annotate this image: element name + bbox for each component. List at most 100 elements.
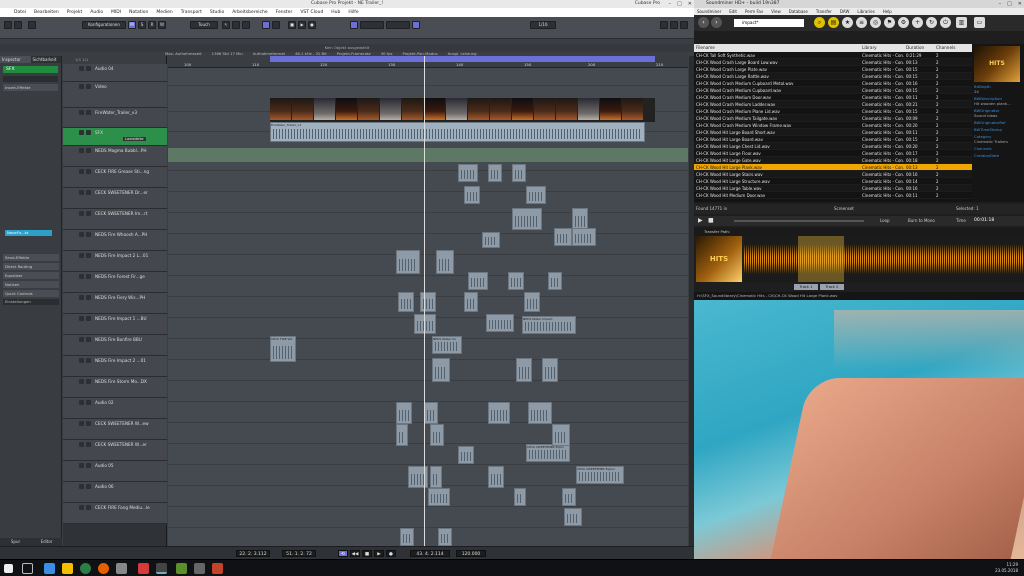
refresh-icon[interactable]: ↻ bbox=[926, 17, 937, 28]
audio-clip[interactable] bbox=[564, 508, 582, 526]
table-row[interactable]: CH-CK Wood Crash Medium Ladder.wav Cinema… bbox=[694, 101, 972, 108]
menu-item[interactable]: Datei bbox=[14, 8, 26, 17]
tab-editor[interactable]: Editor bbox=[31, 538, 62, 546]
audio-clip[interactable]: CECK FIRE WA bbox=[270, 336, 296, 362]
track-2-button[interactable]: Track 2 bbox=[820, 284, 844, 290]
quantize-value-dropdown[interactable]: 1/16 bbox=[530, 21, 556, 29]
mute-icon[interactable] bbox=[79, 421, 84, 426]
solo-icon[interactable] bbox=[86, 505, 91, 510]
solo-icon[interactable] bbox=[86, 211, 91, 216]
project-cursor[interactable] bbox=[424, 56, 425, 546]
mute-icon[interactable] bbox=[79, 484, 84, 489]
app-icon[interactable] bbox=[80, 563, 91, 574]
forward-icon[interactable]: › bbox=[711, 17, 722, 28]
search-input[interactable]: impact* bbox=[734, 19, 804, 27]
mute-icon[interactable] bbox=[79, 505, 84, 510]
folder-icon[interactable]: ▤ bbox=[828, 17, 839, 28]
close-icon[interactable]: ✕ bbox=[1018, 0, 1022, 8]
solo-icon[interactable] bbox=[86, 84, 91, 89]
mute-icon[interactable] bbox=[79, 211, 84, 216]
mute-icon[interactable] bbox=[79, 379, 84, 384]
track-buttons[interactable] bbox=[79, 316, 91, 321]
track-buttons[interactable] bbox=[79, 232, 91, 237]
write-button[interactable]: W bbox=[158, 21, 166, 29]
audio-clip[interactable]: NEDS Water Impact bbox=[522, 316, 576, 334]
menu-item[interactable]: View bbox=[771, 8, 781, 15]
menu-item[interactable]: Arbeitsbereiche bbox=[232, 8, 267, 17]
track-row[interactable]: SFX Lautstärke bbox=[63, 128, 167, 146]
mute-icon[interactable] bbox=[79, 295, 84, 300]
track-row[interactable]: Audio 05 bbox=[63, 461, 167, 482]
audio-clip[interactable] bbox=[420, 292, 436, 312]
audio-clip[interactable] bbox=[396, 250, 420, 274]
audio-clip[interactable]: CECK SWEETENER Explo bbox=[526, 444, 570, 462]
audio-clip[interactable] bbox=[396, 402, 412, 424]
mute-icon[interactable] bbox=[79, 316, 84, 321]
track-buttons[interactable] bbox=[79, 190, 91, 195]
audio-clip[interactable] bbox=[464, 292, 478, 312]
maximize-icon[interactable]: □ bbox=[677, 0, 682, 8]
audio-clip[interactable] bbox=[464, 186, 480, 204]
menu-item[interactable]: VST Cloud bbox=[300, 8, 323, 17]
menu-item[interactable]: Fenster bbox=[276, 8, 293, 17]
menu-item[interactable]: Hilfe bbox=[348, 8, 358, 17]
stop-icon[interactable]: ■ bbox=[708, 217, 714, 224]
menu-item[interactable]: DAW bbox=[840, 8, 849, 15]
video-clip[interactable] bbox=[270, 98, 655, 122]
table-row[interactable]: CH-CK Wood Crash Medium Window Frame.wav… bbox=[694, 122, 972, 129]
menu-item[interactable]: Libraries bbox=[857, 8, 874, 15]
menu-item[interactable]: Medien bbox=[156, 8, 172, 17]
track-buttons[interactable] bbox=[79, 337, 91, 342]
color-button[interactable] bbox=[412, 21, 420, 29]
track-1-button[interactable]: Track 1 bbox=[794, 284, 818, 290]
audio-clip[interactable] bbox=[514, 488, 526, 506]
snap-button[interactable] bbox=[350, 21, 358, 29]
automation-button[interactable]: Lautstärke bbox=[123, 137, 146, 141]
track-buttons[interactable] bbox=[79, 110, 91, 115]
stop-button[interactable]: ■ bbox=[362, 550, 372, 557]
track-row[interactable]: NEDS Fire Whoosh A...PH bbox=[63, 230, 167, 251]
record-button-small[interactable]: ● bbox=[308, 21, 316, 29]
track-buttons[interactable] bbox=[79, 66, 91, 71]
system-tray-clock[interactable]: 11:29 23.05.2018 bbox=[995, 562, 1018, 574]
quick-controls-section[interactable]: Quick Controls bbox=[3, 290, 59, 297]
track-buttons[interactable] bbox=[79, 130, 91, 135]
windows-start-icon[interactable] bbox=[4, 564, 13, 573]
media-zone-button[interactable] bbox=[660, 21, 668, 29]
table-row[interactable]: CH-CK Wood Hit Large Board.wav Cinematic … bbox=[694, 136, 972, 143]
column-header[interactable]: Filename bbox=[694, 44, 860, 52]
audio-clip[interactable] bbox=[436, 250, 454, 274]
menu-item[interactable]: Notation bbox=[129, 8, 148, 17]
audio-clip[interactable] bbox=[508, 272, 524, 290]
automation-mode-dropdown[interactable]: Touch bbox=[190, 21, 218, 29]
equalizer-section[interactable]: Equalizer bbox=[3, 272, 59, 279]
settings-icon[interactable]: ⚙ bbox=[898, 17, 909, 28]
track-lane[interactable] bbox=[168, 171, 688, 192]
inspector-toggle-button[interactable] bbox=[4, 21, 12, 29]
audio-clip[interactable] bbox=[554, 228, 572, 246]
mute-icon[interactable] bbox=[79, 84, 84, 89]
object-select-tool[interactable]: ↖ bbox=[222, 21, 230, 29]
solo-icon[interactable] bbox=[86, 463, 91, 468]
direct-routing-section[interactable]: Direct Routing bbox=[3, 263, 59, 270]
firefox-icon[interactable] bbox=[98, 563, 109, 574]
track-buttons[interactable] bbox=[79, 274, 91, 279]
zoom-tool[interactable] bbox=[272, 21, 280, 29]
range-tool[interactable] bbox=[232, 21, 240, 29]
track-buttons[interactable] bbox=[79, 169, 91, 174]
audio-clip[interactable] bbox=[552, 424, 570, 446]
mute-icon[interactable] bbox=[79, 337, 84, 342]
cubase-taskbar-icon[interactable] bbox=[138, 563, 149, 574]
table-row[interactable]: CH-CK Wood Hit Large Structure.wav Cinema… bbox=[694, 178, 972, 185]
mute-icon[interactable] bbox=[79, 190, 84, 195]
audio-clip[interactable] bbox=[458, 164, 478, 182]
track-row[interactable]: CECK SWEETENER W...ew bbox=[63, 419, 167, 440]
track-buttons[interactable] bbox=[79, 84, 91, 89]
track-lane[interactable] bbox=[168, 339, 688, 360]
power-icon[interactable]: ⏻ bbox=[940, 17, 951, 28]
track-buttons[interactable] bbox=[79, 295, 91, 300]
audio-clip[interactable] bbox=[516, 358, 532, 382]
track-lane[interactable] bbox=[168, 444, 688, 465]
track-row[interactable]: NEDS Fire Bonfire BBU bbox=[63, 335, 167, 356]
track-row[interactable]: FireWater_Trailer_v3 bbox=[63, 108, 167, 128]
